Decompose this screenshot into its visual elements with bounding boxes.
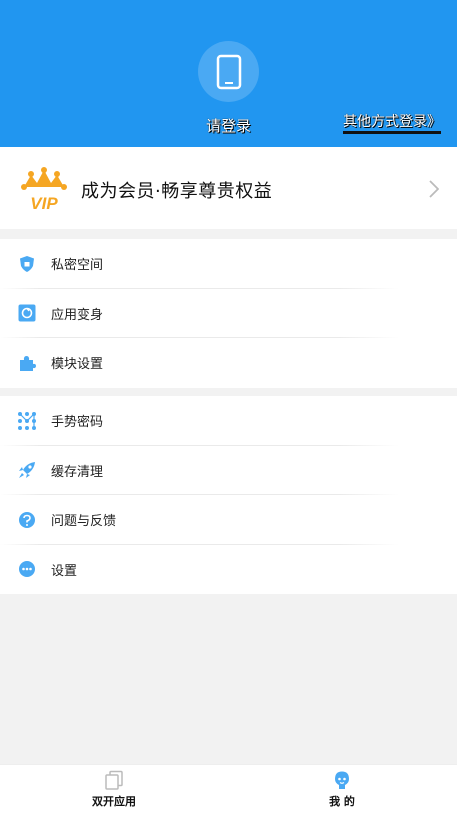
menu-item-app-disguise[interactable]: 应用变身 [0, 289, 457, 338]
tab-label: 双开应用 [92, 795, 136, 808]
gesture-pattern-icon [18, 411, 36, 430]
profile-icon [335, 771, 349, 789]
menu-item-label: 设置 [51, 563, 78, 579]
other-login-link[interactable]: 其他方式登录》 [343, 114, 441, 134]
menu-group-2: 手势密码 缓存清理 问题与反馈 设置 [0, 396, 457, 594]
vip-promo-text: 成为会员·畅享尊贵权益 [81, 181, 273, 202]
chevron-right-icon [429, 180, 439, 198]
menu-item-label: 手势密码 [51, 415, 104, 431]
menu-item-cache-cleanup[interactable]: 缓存清理 [0, 446, 457, 495]
app-disguise-icon [18, 304, 36, 322]
vip-banner[interactable]: VIP 成为会员·畅享尊贵权益 [0, 147, 457, 229]
menu-item-label: 私密空间 [51, 258, 104, 274]
menu-item-private-space[interactable]: 私密空间 [0, 239, 457, 289]
menu-item-gesture-password[interactable]: 手势密码 [0, 396, 457, 446]
menu-group-1: 私密空间 应用变身 模块设置 [0, 239, 457, 388]
settings-icon [19, 561, 35, 578]
tab-profile[interactable]: 我 的 [292, 765, 392, 814]
menu-item-settings[interactable]: 设置 [0, 545, 457, 595]
menu-item-label: 问题与反馈 [51, 514, 117, 530]
dual-apps-icon [105, 770, 123, 790]
menu-item-label: 应用变身 [51, 307, 104, 323]
profile-header: 请登录 其他方式登录》 [0, 0, 457, 147]
menu-item-label: 模块设置 [51, 357, 104, 373]
menu-item-module-settings[interactable]: 模块设置 [0, 338, 457, 388]
phone-icon [216, 54, 241, 89]
vip-crown-icon: VIP [21, 167, 67, 211]
feedback-icon [19, 511, 35, 528]
tab-label: 我 的 [329, 795, 355, 808]
shield-icon [20, 255, 34, 272]
bottom-tab-bar: 双开应用 我 的 [0, 764, 457, 814]
menu-item-label: 缓存清理 [51, 464, 104, 480]
puzzle-icon [20, 355, 36, 371]
tab-dual-apps[interactable]: 双开应用 [64, 765, 164, 814]
vip-badge-text: VIP [30, 194, 58, 211]
menu-item-feedback[interactable]: 问题与反馈 [0, 495, 457, 545]
rocket-icon [19, 462, 35, 479]
login-avatar[interactable] [198, 41, 259, 102]
